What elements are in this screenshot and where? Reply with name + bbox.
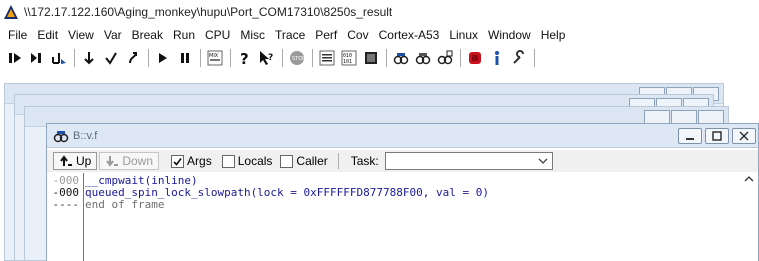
stack-window-title: B::v.f (73, 129, 98, 142)
menu-bar: File Edit View Var Break Run CPU Misc Tr… (0, 24, 759, 45)
maximize-button[interactable] (705, 128, 729, 144)
title-bar: \\172.17.122.160\Aging_monkey\hupu\Port_… (0, 0, 759, 24)
list-icon[interactable] (318, 49, 336, 67)
stack-window-controls (675, 128, 756, 144)
stack-icon[interactable] (466, 49, 484, 67)
arrow-up-icon (60, 155, 72, 166)
menu-var[interactable]: Var (99, 28, 127, 42)
args-checkbox-box[interactable] (171, 154, 185, 168)
caller-checkbox[interactable]: Caller (280, 154, 328, 168)
checkmark-icon (173, 157, 182, 166)
minimize-button[interactable] (644, 110, 670, 124)
toolbar-separator (534, 49, 535, 67)
stack-frame-row[interactable]: ---- end of frame (47, 197, 165, 211)
maximize-icon (712, 131, 722, 141)
return-icon[interactable] (102, 49, 120, 67)
app-logo-icon (4, 5, 18, 19)
down-button[interactable]: Down (99, 152, 160, 170)
arrow-down-icon (106, 156, 119, 167)
stack-frame-row[interactable]: -000 __cmpwait(inline) (47, 174, 198, 187)
frame-text: end of frame (85, 197, 165, 211)
minimize-icon (686, 138, 694, 140)
break-icon[interactable] (176, 49, 194, 67)
menu-run[interactable]: Run (168, 28, 200, 42)
step-up-icon[interactable] (50, 49, 68, 67)
context-help-icon[interactable]: ? (258, 49, 276, 67)
toolbar-separator (337, 153, 339, 169)
var-watch-icon[interactable] (392, 49, 410, 67)
task-label: Task: (350, 154, 379, 168)
minimize-button[interactable] (678, 128, 702, 144)
step-down-icon[interactable] (80, 49, 98, 67)
frame-level: ---- (52, 197, 80, 211)
up-button[interactable]: Up (53, 152, 98, 170)
svg-text:101: 101 (343, 59, 352, 65)
scroll-up-icon[interactable] (744, 175, 754, 183)
close-button[interactable] (732, 128, 756, 144)
menu-edit[interactable]: Edit (32, 28, 63, 42)
var-watch-icon (53, 130, 69, 142)
background-window-controls (643, 110, 724, 124)
stack-frame-list[interactable]: -000 __cmpwait(inline) -000 queued_spin_… (47, 173, 758, 261)
info-icon[interactable] (488, 49, 506, 67)
menu-cortex-a53[interactable]: Cortex-A53 (374, 28, 445, 42)
close-icon (739, 131, 749, 141)
stack-window-titlebar[interactable]: B::v.f (47, 124, 758, 148)
svg-text:STOP: STOP (292, 56, 305, 62)
menu-view[interactable]: View (63, 28, 99, 42)
menu-linux[interactable]: Linux (444, 28, 483, 42)
toolbar-separator (74, 49, 75, 67)
help-icon[interactable]: ? (236, 49, 254, 67)
registers-icon[interactable] (362, 49, 380, 67)
toolbar-separator (200, 49, 201, 67)
menu-window[interactable]: Window (483, 28, 536, 42)
caller-checkbox-label: Caller (296, 154, 328, 168)
workspace: B::v.f Up Down Args Locals Caller Task: … (0, 71, 759, 261)
stack-window-toolbar: Up Down Args Locals Caller Task: (47, 150, 758, 172)
args-checkbox-label: Args (187, 154, 212, 168)
menu-help[interactable]: Help (536, 28, 571, 42)
svg-text:MIX: MIX (209, 53, 219, 59)
toolbar-separator (460, 49, 461, 67)
menu-cpu[interactable]: CPU (200, 28, 235, 42)
go-icon[interactable] (154, 49, 172, 67)
svg-text:?: ? (268, 53, 273, 63)
maximize-button[interactable] (671, 110, 697, 124)
window-title: \\172.17.122.160\Aging_monkey\hupu\Port_… (24, 5, 393, 19)
task-dropdown[interactable] (384, 152, 553, 170)
up-button-label: Up (76, 154, 92, 168)
toolbar-separator (148, 49, 149, 67)
menu-trace[interactable]: Trace (270, 28, 310, 42)
up-icon[interactable] (124, 49, 142, 67)
toolbar-separator (282, 49, 283, 67)
locals-checkbox-label: Locals (237, 154, 273, 168)
step-over-icon[interactable] (6, 49, 24, 67)
close-button[interactable] (698, 110, 724, 124)
args-checkbox[interactable]: Args (171, 154, 212, 168)
main-toolbar: MIX ? ? STOP 010 101 (0, 45, 759, 71)
caller-checkbox-box[interactable] (280, 154, 294, 168)
toolbar-separator (312, 49, 313, 67)
memory-icon[interactable]: 010 101 (340, 49, 358, 67)
var-local-icon[interactable] (414, 49, 432, 67)
mode-icon[interactable]: MIX (206, 49, 224, 67)
settings-icon[interactable] (510, 49, 528, 67)
var-view-icon[interactable] (436, 49, 454, 67)
chevron-down-icon (538, 158, 548, 164)
stack-frame-window[interactable]: B::v.f Up Down Args Locals Caller Task: … (46, 123, 759, 261)
svg-text:?: ? (240, 50, 249, 66)
locals-checkbox-box[interactable] (221, 154, 235, 168)
step-into-icon[interactable] (28, 49, 46, 67)
menu-file[interactable]: File (3, 28, 32, 42)
toolbar-separator (386, 49, 387, 67)
stack-frame-row[interactable]: -000 queued_spin_lock_slowpath(lock = 0x… (47, 186, 489, 199)
menu-misc[interactable]: Misc (235, 28, 270, 42)
down-button-label: Down (122, 154, 154, 168)
menu-cov[interactable]: Cov (342, 28, 373, 42)
menu-perf[interactable]: Perf (310, 28, 342, 42)
toolbar-separator (230, 49, 231, 67)
stop-icon[interactable]: STOP (288, 49, 306, 67)
locals-checkbox[interactable]: Locals (221, 154, 273, 168)
menu-break[interactable]: Break (127, 28, 168, 42)
